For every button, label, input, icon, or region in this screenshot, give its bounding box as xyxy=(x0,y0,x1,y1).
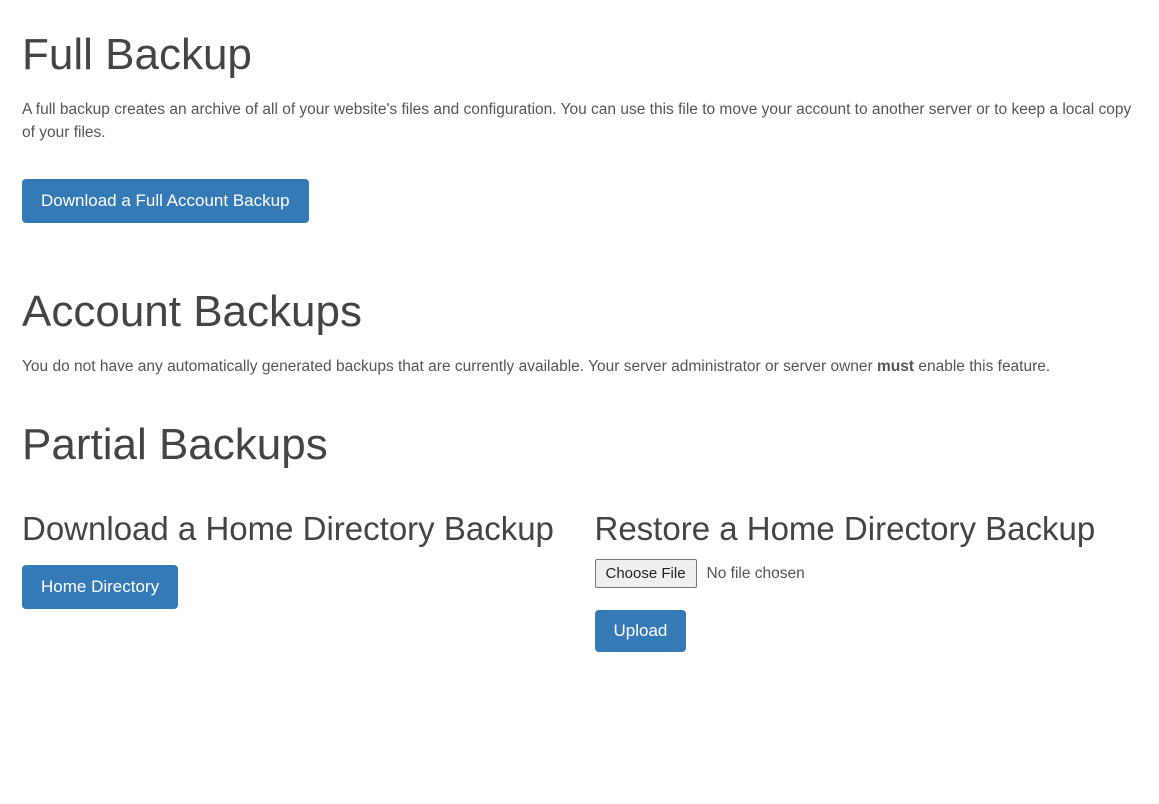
account-backups-desc-post: enable this feature. xyxy=(914,358,1050,375)
account-backups-desc-bold: must xyxy=(877,358,914,375)
file-status-text: No file chosen xyxy=(707,562,805,585)
account-backups-description: You do not have any automatically genera… xyxy=(22,355,1137,378)
restore-home-dir-title: Restore a Home Directory Backup xyxy=(595,508,1138,549)
home-directory-button[interactable]: Home Directory xyxy=(22,565,178,609)
account-backups-desc-pre: You do not have any automatically genera… xyxy=(22,358,877,375)
full-backup-description: A full backup creates an archive of all … xyxy=(22,98,1137,145)
account-backups-title: Account Backups xyxy=(22,279,1137,345)
partial-backups-title: Partial Backups xyxy=(22,412,1137,478)
upload-button[interactable]: Upload xyxy=(595,610,687,652)
download-home-dir-title: Download a Home Directory Backup xyxy=(22,508,565,549)
full-backup-title: Full Backup xyxy=(22,22,1137,88)
download-full-backup-button[interactable]: Download a Full Account Backup xyxy=(22,179,309,223)
choose-file-button[interactable]: Choose File xyxy=(595,559,697,588)
